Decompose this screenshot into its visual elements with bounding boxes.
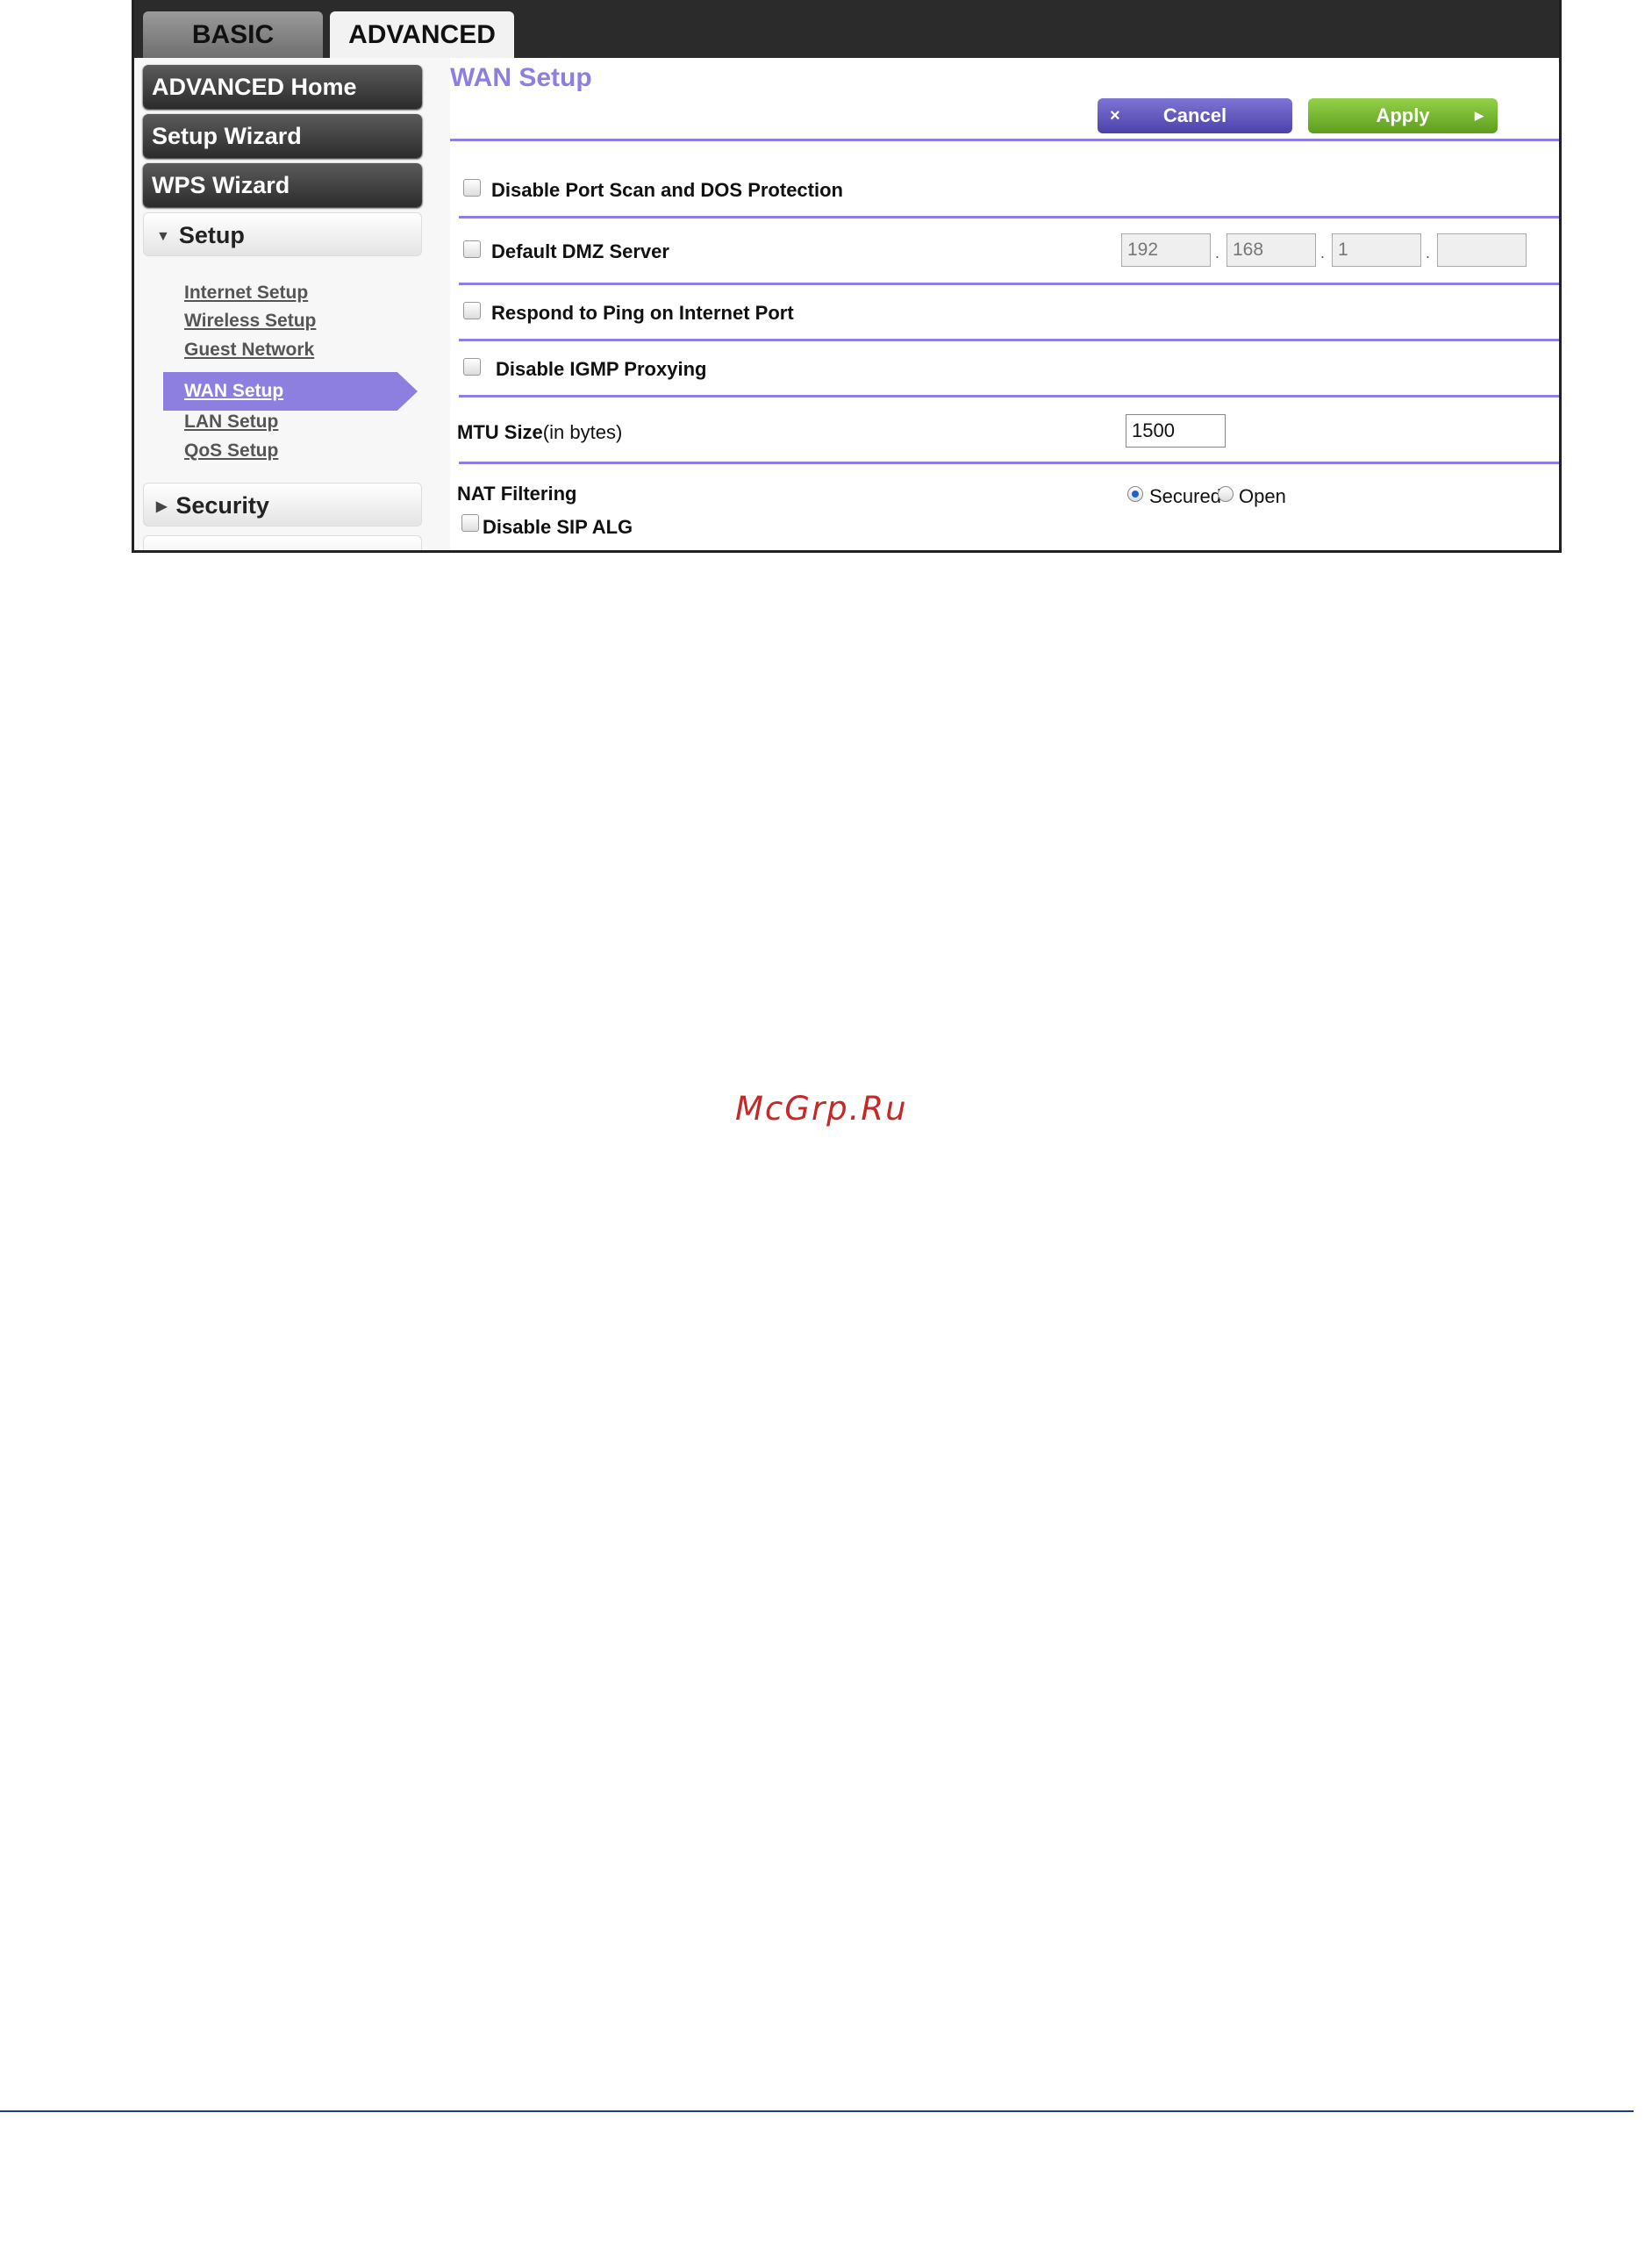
sidebar-item-qos-setup[interactable]: QoS Setup xyxy=(184,440,278,462)
page-title: WAN Setup xyxy=(450,63,592,92)
tab-bar: BASIC ADVANCED xyxy=(134,0,1559,58)
tab-advanced[interactable]: ADVANCED xyxy=(330,11,514,58)
router-admin-window: BASIC ADVANCED ADVANCED Home Setup Wizar… xyxy=(132,0,1562,553)
apply-button[interactable]: Apply ▶ xyxy=(1308,98,1498,133)
nat-secured-label: Secured xyxy=(1149,485,1221,507)
divider xyxy=(459,339,1559,341)
sidebar-item-setup-wizard[interactable]: Setup Wizard xyxy=(143,114,422,158)
nat-open-radio[interactable] xyxy=(1218,486,1234,502)
sidebar-item-wan-setup[interactable]: WAN Setup xyxy=(163,372,418,411)
divider xyxy=(459,462,1559,464)
sip-alg-label: Disable SIP ALG xyxy=(483,516,633,538)
nat-secured-radio[interactable] xyxy=(1127,486,1143,502)
sidebar-item-wps-wizard[interactable]: WPS Wizard xyxy=(143,163,422,207)
tab-basic[interactable]: BASIC xyxy=(143,11,323,58)
ip-separator: . xyxy=(1215,244,1220,261)
sidebar: ADVANCED Home Setup Wizard WPS Wizard ▼ S… xyxy=(134,58,424,550)
igmp-checkbox[interactable] xyxy=(463,358,481,376)
sidebar-section-label: Security xyxy=(175,492,269,519)
ip-separator: . xyxy=(1320,244,1326,261)
sip-alg-checkbox[interactable] xyxy=(461,514,479,532)
mtu-size-input[interactable] xyxy=(1126,414,1226,448)
mtu-label: MTU Size(in bytes) xyxy=(457,421,622,444)
watermark-text: McGrp.Ru xyxy=(735,1090,908,1128)
sidebar-item-lan-setup[interactable]: LAN Setup xyxy=(184,412,278,433)
chevron-down-icon: ▼ xyxy=(156,229,170,244)
dmz-ip-octet-4[interactable] xyxy=(1437,233,1527,267)
ping-label: Respond to Ping on Internet Port xyxy=(491,302,794,324)
sidebar-section-label: Setup xyxy=(178,222,245,248)
cancel-button-label: Cancel xyxy=(1162,104,1227,126)
divider xyxy=(450,139,1559,141)
dmz-checkbox[interactable] xyxy=(463,240,481,258)
close-icon: × xyxy=(1110,106,1120,125)
sidebar-item-advanced-home[interactable]: ADVANCED Home xyxy=(143,65,422,109)
sidebar-section-partial[interactable] xyxy=(143,535,422,550)
sidebar-item-internet-setup[interactable]: Internet Setup xyxy=(184,283,308,304)
port-scan-label: Disable Port Scan and DOS Protection xyxy=(491,179,843,201)
divider xyxy=(459,283,1559,285)
apply-button-label: Apply xyxy=(1376,104,1430,126)
nat-open-label: Open xyxy=(1239,485,1286,507)
main-panel: WAN Setup × Cancel Apply ▶ Disable Port … xyxy=(450,58,1559,550)
nat-filtering-label: NAT Filtering xyxy=(457,483,577,505)
dmz-ip-octet-1[interactable] xyxy=(1121,233,1211,267)
port-scan-checkbox[interactable] xyxy=(463,179,481,197)
dmz-ip-octet-2[interactable] xyxy=(1226,233,1316,267)
igmp-label: Disable IGMP Proxying xyxy=(496,358,707,380)
sidebar-item-label: WAN Setup xyxy=(184,381,284,401)
footer-divider xyxy=(0,2110,1634,2112)
ip-separator: . xyxy=(1426,244,1431,261)
ping-checkbox[interactable] xyxy=(463,302,481,319)
mtu-unit: (in bytes) xyxy=(542,421,623,443)
divider xyxy=(459,395,1559,398)
sidebar-section-security[interactable]: ▶ Security xyxy=(143,483,422,526)
chevron-right-icon: ▶ xyxy=(156,499,168,514)
mtu-label-text: MTU Size xyxy=(457,421,543,443)
divider xyxy=(459,216,1559,218)
dmz-label: Default DMZ Server xyxy=(491,240,669,262)
sidebar-item-wireless-setup[interactable]: Wireless Setup xyxy=(184,311,316,332)
dmz-ip-octet-3[interactable] xyxy=(1332,233,1421,267)
play-arrow-icon: ▶ xyxy=(1475,109,1484,122)
cancel-button[interactable]: × Cancel xyxy=(1098,98,1292,133)
sidebar-section-setup[interactable]: ▼ Setup xyxy=(143,212,422,256)
sidebar-item-guest-network[interactable]: Guest Network xyxy=(184,340,314,361)
